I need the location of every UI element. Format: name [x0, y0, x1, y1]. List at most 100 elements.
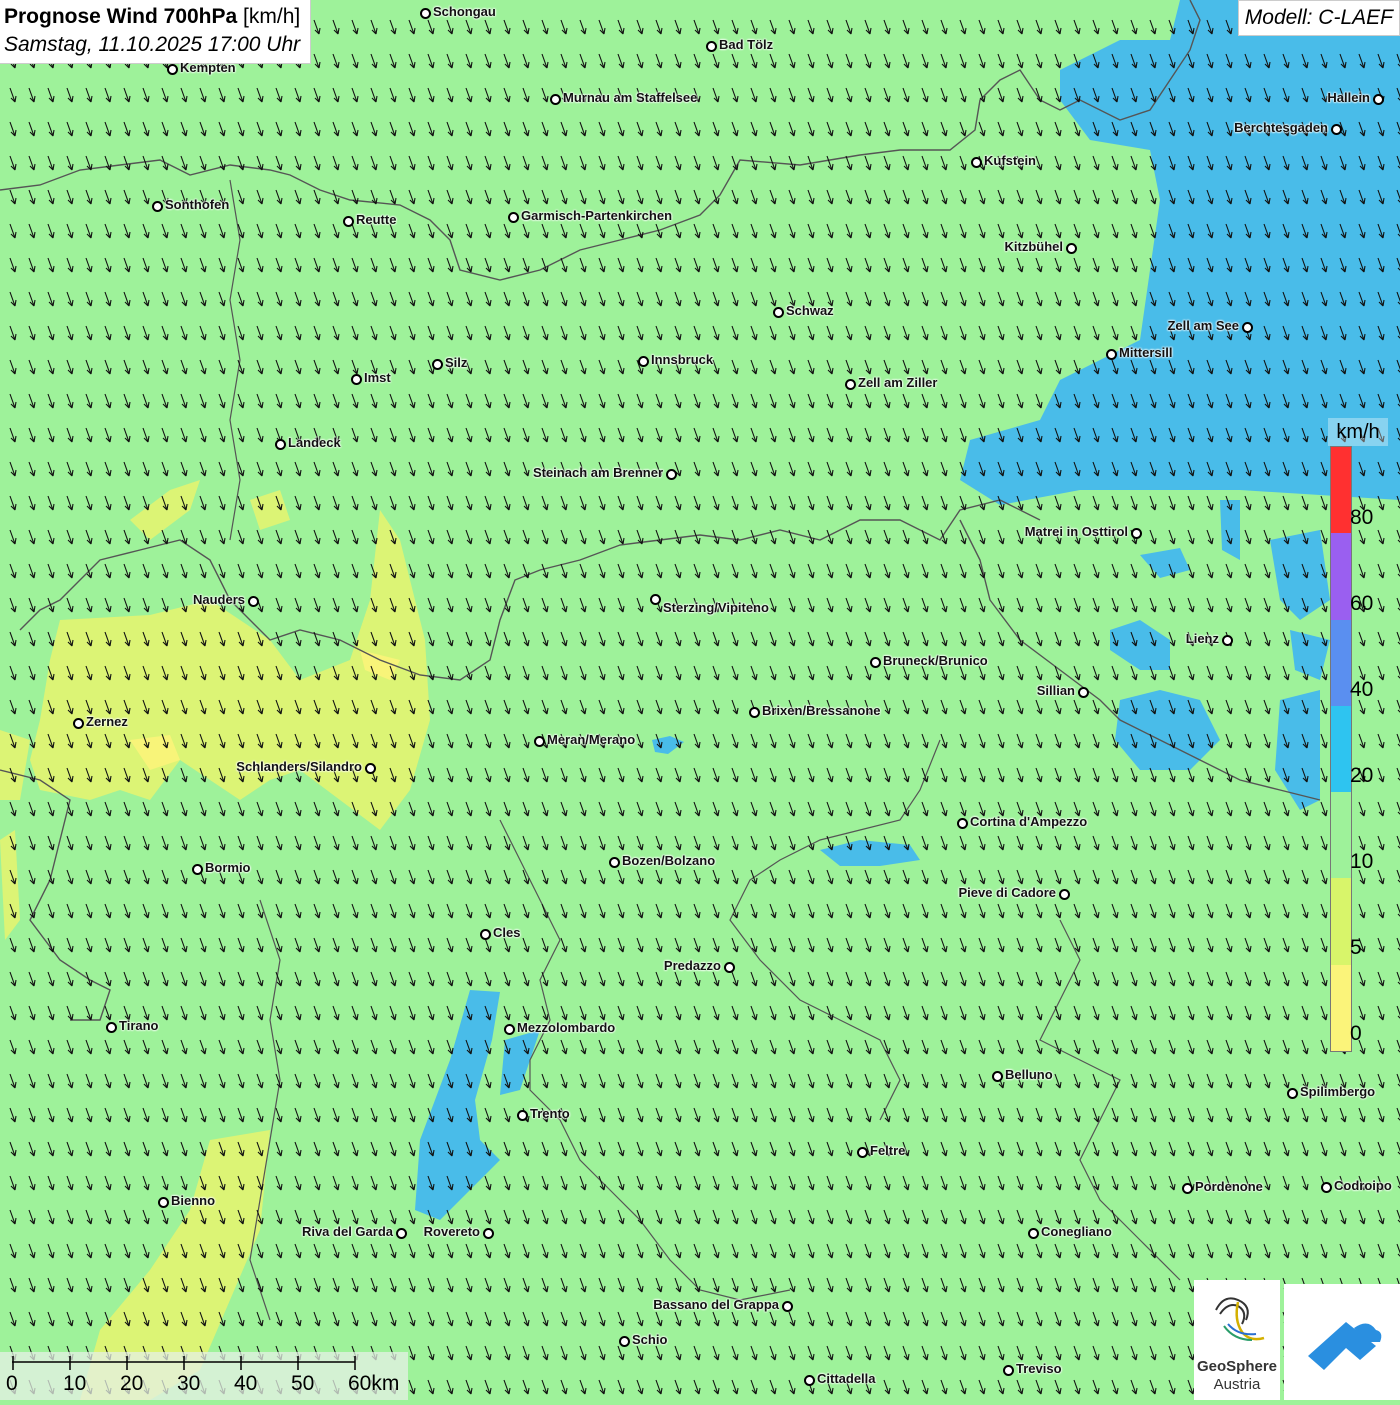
city-label: Silz	[445, 355, 468, 370]
city-marker	[749, 707, 760, 718]
city-label: Conegliano	[1041, 1224, 1112, 1239]
city-label: Lienz	[1185, 631, 1219, 646]
city-label: Pieve di Cadore	[958, 885, 1056, 900]
city-marker	[351, 374, 362, 385]
city-label: Steinach am Brenner	[532, 465, 663, 480]
city-label: Predazzo	[663, 958, 721, 973]
forecast-datetime: Samstag, 11.10.2025 17:00 Uhr	[4, 33, 301, 56]
city-label: Garmisch-Partenkirchen	[521, 208, 673, 223]
city-label: Meran/Merano	[547, 732, 636, 747]
city-marker	[650, 594, 661, 605]
legend-label: 0	[1350, 1022, 1362, 1045]
city-marker	[1222, 635, 1233, 646]
scale-label: 50	[291, 1372, 315, 1395]
city-label: Cittadella	[817, 1371, 876, 1386]
legend-label: 40	[1350, 678, 1374, 701]
legend-label: 10	[1350, 850, 1374, 873]
city-marker	[106, 1022, 117, 1033]
city-label: Matrei in Osttirol	[1024, 524, 1128, 539]
city-label: Innsbruck	[651, 352, 714, 367]
city-marker	[1078, 687, 1089, 698]
scale-label: 30	[177, 1372, 201, 1395]
city-marker	[804, 1375, 815, 1386]
city-label: Bad Tölz	[719, 37, 774, 52]
city-label: Feltre	[870, 1143, 906, 1158]
city-label: Bassano del Grappa	[653, 1297, 779, 1312]
legend-swatch	[1331, 964, 1351, 1052]
city-marker	[534, 736, 545, 747]
city-marker	[508, 212, 519, 223]
legend-label: 5	[1350, 936, 1362, 959]
city-label: Murnau am Staffelsee	[563, 90, 698, 105]
city-label: Zell am See	[1167, 318, 1239, 333]
logo-line1: GeoSphere	[1196, 1358, 1278, 1375]
city-marker	[73, 718, 84, 729]
city-label: Kitzbühel	[1004, 239, 1064, 254]
city-label: Schwaz	[786, 303, 834, 318]
city-label: Codroipo	[1334, 1178, 1392, 1193]
city-marker	[638, 356, 649, 367]
city-marker	[1028, 1228, 1039, 1239]
city-marker	[1059, 889, 1070, 900]
city-label: Landeck	[288, 435, 341, 450]
city-marker	[773, 307, 784, 318]
city-marker	[1287, 1088, 1298, 1099]
city-marker	[365, 763, 376, 774]
city-label: Riva del Garda	[301, 1224, 393, 1239]
city-label: Bormio	[205, 860, 251, 875]
city-marker	[1242, 322, 1253, 333]
city-label: Tirano	[119, 1018, 159, 1033]
city-label: Treviso	[1016, 1361, 1062, 1376]
city-marker	[158, 1197, 169, 1208]
city-marker	[971, 157, 982, 168]
legend-swatch	[1331, 447, 1351, 535]
city-label: Schongau	[433, 4, 496, 19]
city-label: Schlanders/Silandro	[236, 759, 362, 774]
map-title-box: Prognose Wind 700hPa [km/h] Samstag, 11.…	[0, 0, 312, 64]
city-label: Pordenone	[1195, 1179, 1263, 1194]
city-label: Spilimbergo	[1300, 1084, 1376, 1099]
city-marker	[666, 469, 677, 480]
legend-swatch	[1331, 619, 1351, 707]
legend-swatch	[1331, 533, 1351, 621]
city-marker	[992, 1071, 1003, 1082]
city-label: Cortina d'Ampezzo	[970, 814, 1088, 829]
city-label: Sonthofen	[165, 197, 230, 212]
legend-swatch	[1331, 705, 1351, 794]
city-label: Trento	[530, 1106, 570, 1121]
city-label: Brixen/Bressanone	[762, 703, 881, 718]
geosphere-logo-icon	[1215, 1297, 1265, 1341]
city-marker	[192, 864, 203, 875]
city-label: Nauders	[192, 592, 245, 607]
color-legend	[1330, 446, 1352, 1052]
title-unit: [km/h]	[237, 5, 301, 28]
city-marker	[724, 962, 735, 973]
legend-unit: km/h	[1328, 418, 1388, 446]
city-marker	[870, 657, 881, 668]
city-marker	[480, 929, 491, 940]
city-marker	[517, 1110, 528, 1121]
city-marker	[396, 1228, 407, 1239]
city-label: Kufstein	[984, 153, 1036, 168]
city-marker	[343, 216, 354, 227]
city-label: Zernez	[86, 714, 128, 729]
legend-label: 80	[1350, 506, 1374, 529]
scale-label: 60km	[348, 1372, 400, 1395]
scale-label: 0	[6, 1372, 18, 1395]
legend-label: 20	[1350, 764, 1374, 787]
city-marker	[957, 818, 968, 829]
city-marker	[1321, 1182, 1332, 1193]
city-marker	[248, 596, 259, 607]
app-logo	[1284, 1284, 1400, 1400]
city-label: Bienno	[171, 1193, 216, 1208]
app-logo-icon	[1308, 1322, 1382, 1370]
city-label: Hallein	[1327, 90, 1370, 105]
legend-label: 60	[1350, 592, 1374, 615]
scale-label: 40	[234, 1372, 258, 1395]
city-marker	[167, 64, 178, 75]
legend-swatch	[1331, 792, 1351, 880]
city-label: Bruneck/Brunico	[883, 653, 988, 668]
city-label: Zell am Ziller	[858, 375, 938, 390]
map-title: Prognose Wind 700hPa [km/h]	[4, 3, 300, 31]
city-marker	[420, 8, 431, 19]
